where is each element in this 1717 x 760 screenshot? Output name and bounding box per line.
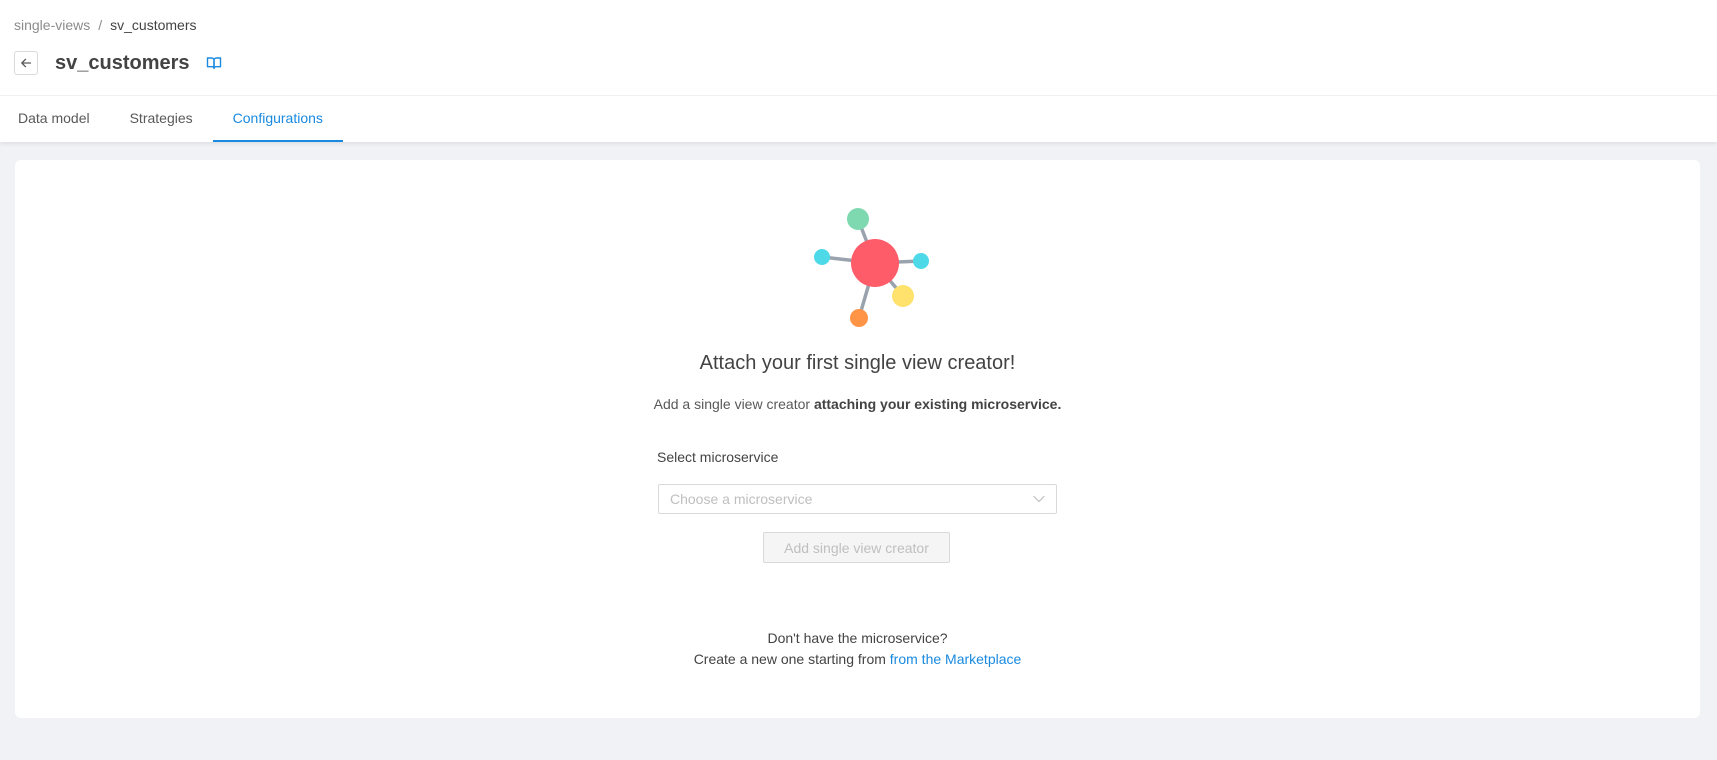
tab-configurations[interactable]: Configurations <box>212 96 343 142</box>
node-orange <box>850 309 868 327</box>
node-yellow <box>892 285 914 307</box>
node-green <box>847 208 869 230</box>
breadcrumb-current: sv_customers <box>110 17 197 33</box>
select-placeholder: Choose a microservice <box>670 491 813 507</box>
network-illustration <box>814 208 929 327</box>
title-row: sv_customers <box>14 51 222 75</box>
back-button[interactable] <box>14 51 38 75</box>
marketplace-link[interactable]: from the Marketplace <box>890 651 1022 667</box>
breadcrumb-parent[interactable]: single-views <box>14 17 90 33</box>
description-prefix: Add a single view creator <box>653 396 814 412</box>
microservice-select[interactable]: Choose a microservice <box>658 484 1057 514</box>
chevron-down-icon <box>1033 495 1045 503</box>
footer-prefix: Create a new one starting from <box>693 651 890 667</box>
tab-data-model[interactable]: Data model <box>0 96 110 142</box>
breadcrumb: single-views / sv_customers <box>14 17 197 33</box>
footer-question: Don't have the microservice? <box>767 630 948 646</box>
tab-strategies[interactable]: Strategies <box>110 96 213 142</box>
tab-bar: Data model Strategies Configurations <box>0 96 343 142</box>
page-title: sv_customers <box>55 51 190 74</box>
arrow-left-icon <box>21 58 32 68</box>
footer-create-line: Create a new one starting from from the … <box>15 651 1700 667</box>
empty-state-description: Add a single view creator attaching your… <box>15 396 1700 412</box>
node-cyan-left <box>814 249 830 265</box>
select-microservice-label: Select microservice <box>657 449 779 465</box>
node-cyan-right <box>913 253 929 269</box>
add-single-view-creator-button[interactable]: Add single view creator <box>763 532 950 563</box>
empty-state-card: Attach your first single view creator! A… <box>15 160 1700 718</box>
breadcrumb-separator: / <box>98 17 103 33</box>
page-header: single-views / sv_customers sv_customers… <box>0 0 1717 142</box>
empty-state-title: Attach your first single view creator! <box>699 352 1016 374</box>
description-bold: attaching your existing microservice. <box>813 396 1062 412</box>
book-icon[interactable] <box>206 56 222 70</box>
node-center <box>851 239 899 287</box>
